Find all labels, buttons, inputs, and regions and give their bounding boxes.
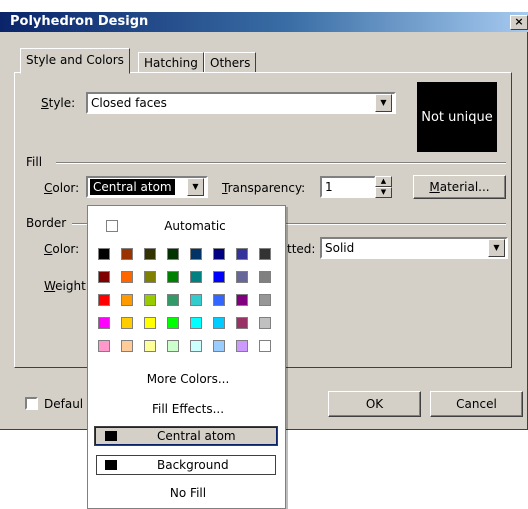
style-select-value: Closed faces xyxy=(91,96,167,110)
color-swatch[interactable] xyxy=(167,317,179,329)
dotted-select[interactable]: Solid xyxy=(320,237,508,259)
tab-others[interactable]: Others xyxy=(204,52,257,74)
chevron-down-icon: ▼ xyxy=(493,243,500,252)
fill-group-label: Fill xyxy=(26,155,43,169)
color-swatch[interactable] xyxy=(190,294,202,306)
color-swatch[interactable] xyxy=(98,340,110,352)
cancel-button[interactable]: Cancel xyxy=(430,391,523,417)
color-swatch[interactable] xyxy=(121,340,133,352)
tab-style-and-colors[interactable]: Style and Colors xyxy=(20,48,130,74)
material-button[interactable]: Material... xyxy=(413,175,506,199)
close-button[interactable]: × xyxy=(510,15,528,30)
central-atom-swatch xyxy=(105,431,117,441)
background-label: Background xyxy=(157,458,229,472)
chevron-down-icon: ▼ xyxy=(192,182,199,191)
color-swatch[interactable] xyxy=(236,340,248,352)
color-swatch[interactable] xyxy=(190,317,202,329)
color-swatch[interactable] xyxy=(144,294,156,306)
default-label: Defaul xyxy=(44,397,84,411)
style-dropdown-button[interactable]: ▼ xyxy=(375,94,392,112)
background-swatch xyxy=(105,460,117,470)
central-atom-option[interactable]: Central atom xyxy=(94,426,278,446)
color-swatch[interactable] xyxy=(236,294,248,306)
color-swatch[interactable] xyxy=(167,340,179,352)
color-swatch[interactable] xyxy=(98,271,110,283)
color-swatch[interactable] xyxy=(213,294,225,306)
automatic-option[interactable]: Automatic xyxy=(140,219,250,233)
color-swatch[interactable] xyxy=(213,317,225,329)
color-swatch[interactable] xyxy=(213,271,225,283)
transparency-input[interactable]: 1 xyxy=(320,176,376,198)
color-swatch[interactable] xyxy=(259,248,271,260)
border-color-label: Color: xyxy=(44,242,80,256)
color-swatch[interactable] xyxy=(190,340,202,352)
border-group-label: Border xyxy=(26,216,67,230)
color-swatch[interactable] xyxy=(213,340,225,352)
fill-group-divider xyxy=(56,162,506,164)
color-swatch[interactable] xyxy=(259,294,271,306)
color-swatch[interactable] xyxy=(144,340,156,352)
preview-text: Not unique xyxy=(421,109,493,125)
color-swatch[interactable] xyxy=(167,248,179,260)
chevron-down-icon: ▼ xyxy=(380,98,387,107)
automatic-swatch[interactable] xyxy=(106,220,118,232)
color-swatch[interactable] xyxy=(98,248,110,260)
dotted-select-value: Solid xyxy=(325,241,355,255)
more-colors-option[interactable]: More Colors... xyxy=(98,372,278,386)
background-option[interactable]: Background xyxy=(96,455,276,475)
color-swatch[interactable] xyxy=(144,317,156,329)
no-fill-option[interactable]: No Fill xyxy=(98,486,278,500)
color-swatch[interactable] xyxy=(144,271,156,283)
color-swatch[interactable] xyxy=(167,271,179,283)
transparency-spinner[interactable]: ▲ ▼ xyxy=(375,176,392,198)
color-preview: Not unique xyxy=(417,82,497,152)
spin-up-icon[interactable]: ▲ xyxy=(375,176,392,187)
central-atom-label: Central atom xyxy=(157,429,236,443)
color-swatch[interactable] xyxy=(98,317,110,329)
window-title: Polyhedron Design xyxy=(10,14,149,29)
color-swatch[interactable] xyxy=(259,340,271,352)
fill-color-value: Central atom xyxy=(90,179,175,195)
color-swatch[interactable] xyxy=(121,317,133,329)
color-swatch[interactable] xyxy=(259,317,271,329)
color-swatch[interactable] xyxy=(190,248,202,260)
fill-color-dropdown-button[interactable]: ▼ xyxy=(187,178,204,196)
color-palette-grid xyxy=(98,248,278,358)
fill-effects-option[interactable]: Fill Effects... xyxy=(98,402,278,416)
ok-button[interactable]: OK xyxy=(328,391,421,417)
color-swatch[interactable] xyxy=(144,248,156,260)
transparency-label: Transparency: xyxy=(222,181,306,195)
color-picker-popup: Automatic More Colors... Fill Effects...… xyxy=(87,205,286,509)
color-swatch[interactable] xyxy=(190,271,202,283)
color-swatch[interactable] xyxy=(213,248,225,260)
color-swatch[interactable] xyxy=(121,248,133,260)
color-swatch[interactable] xyxy=(121,271,133,283)
weight-label: Weight xyxy=(44,279,86,293)
color-swatch[interactable] xyxy=(236,248,248,260)
style-label: Style: xyxy=(41,96,76,110)
fill-color-label: Color: xyxy=(44,181,80,195)
dotted-label: tted: xyxy=(287,242,316,256)
color-swatch[interactable] xyxy=(98,294,110,306)
color-swatch[interactable] xyxy=(121,294,133,306)
dotted-dropdown-button[interactable]: ▼ xyxy=(488,239,505,257)
default-checkbox[interactable] xyxy=(25,397,38,410)
spin-down-icon[interactable]: ▼ xyxy=(375,187,392,198)
color-swatch[interactable] xyxy=(167,294,179,306)
color-swatch[interactable] xyxy=(259,271,271,283)
style-select[interactable]: Closed faces xyxy=(86,92,396,114)
color-swatch[interactable] xyxy=(236,317,248,329)
color-swatch[interactable] xyxy=(236,271,248,283)
tab-hatching[interactable]: Hatching xyxy=(138,52,204,74)
